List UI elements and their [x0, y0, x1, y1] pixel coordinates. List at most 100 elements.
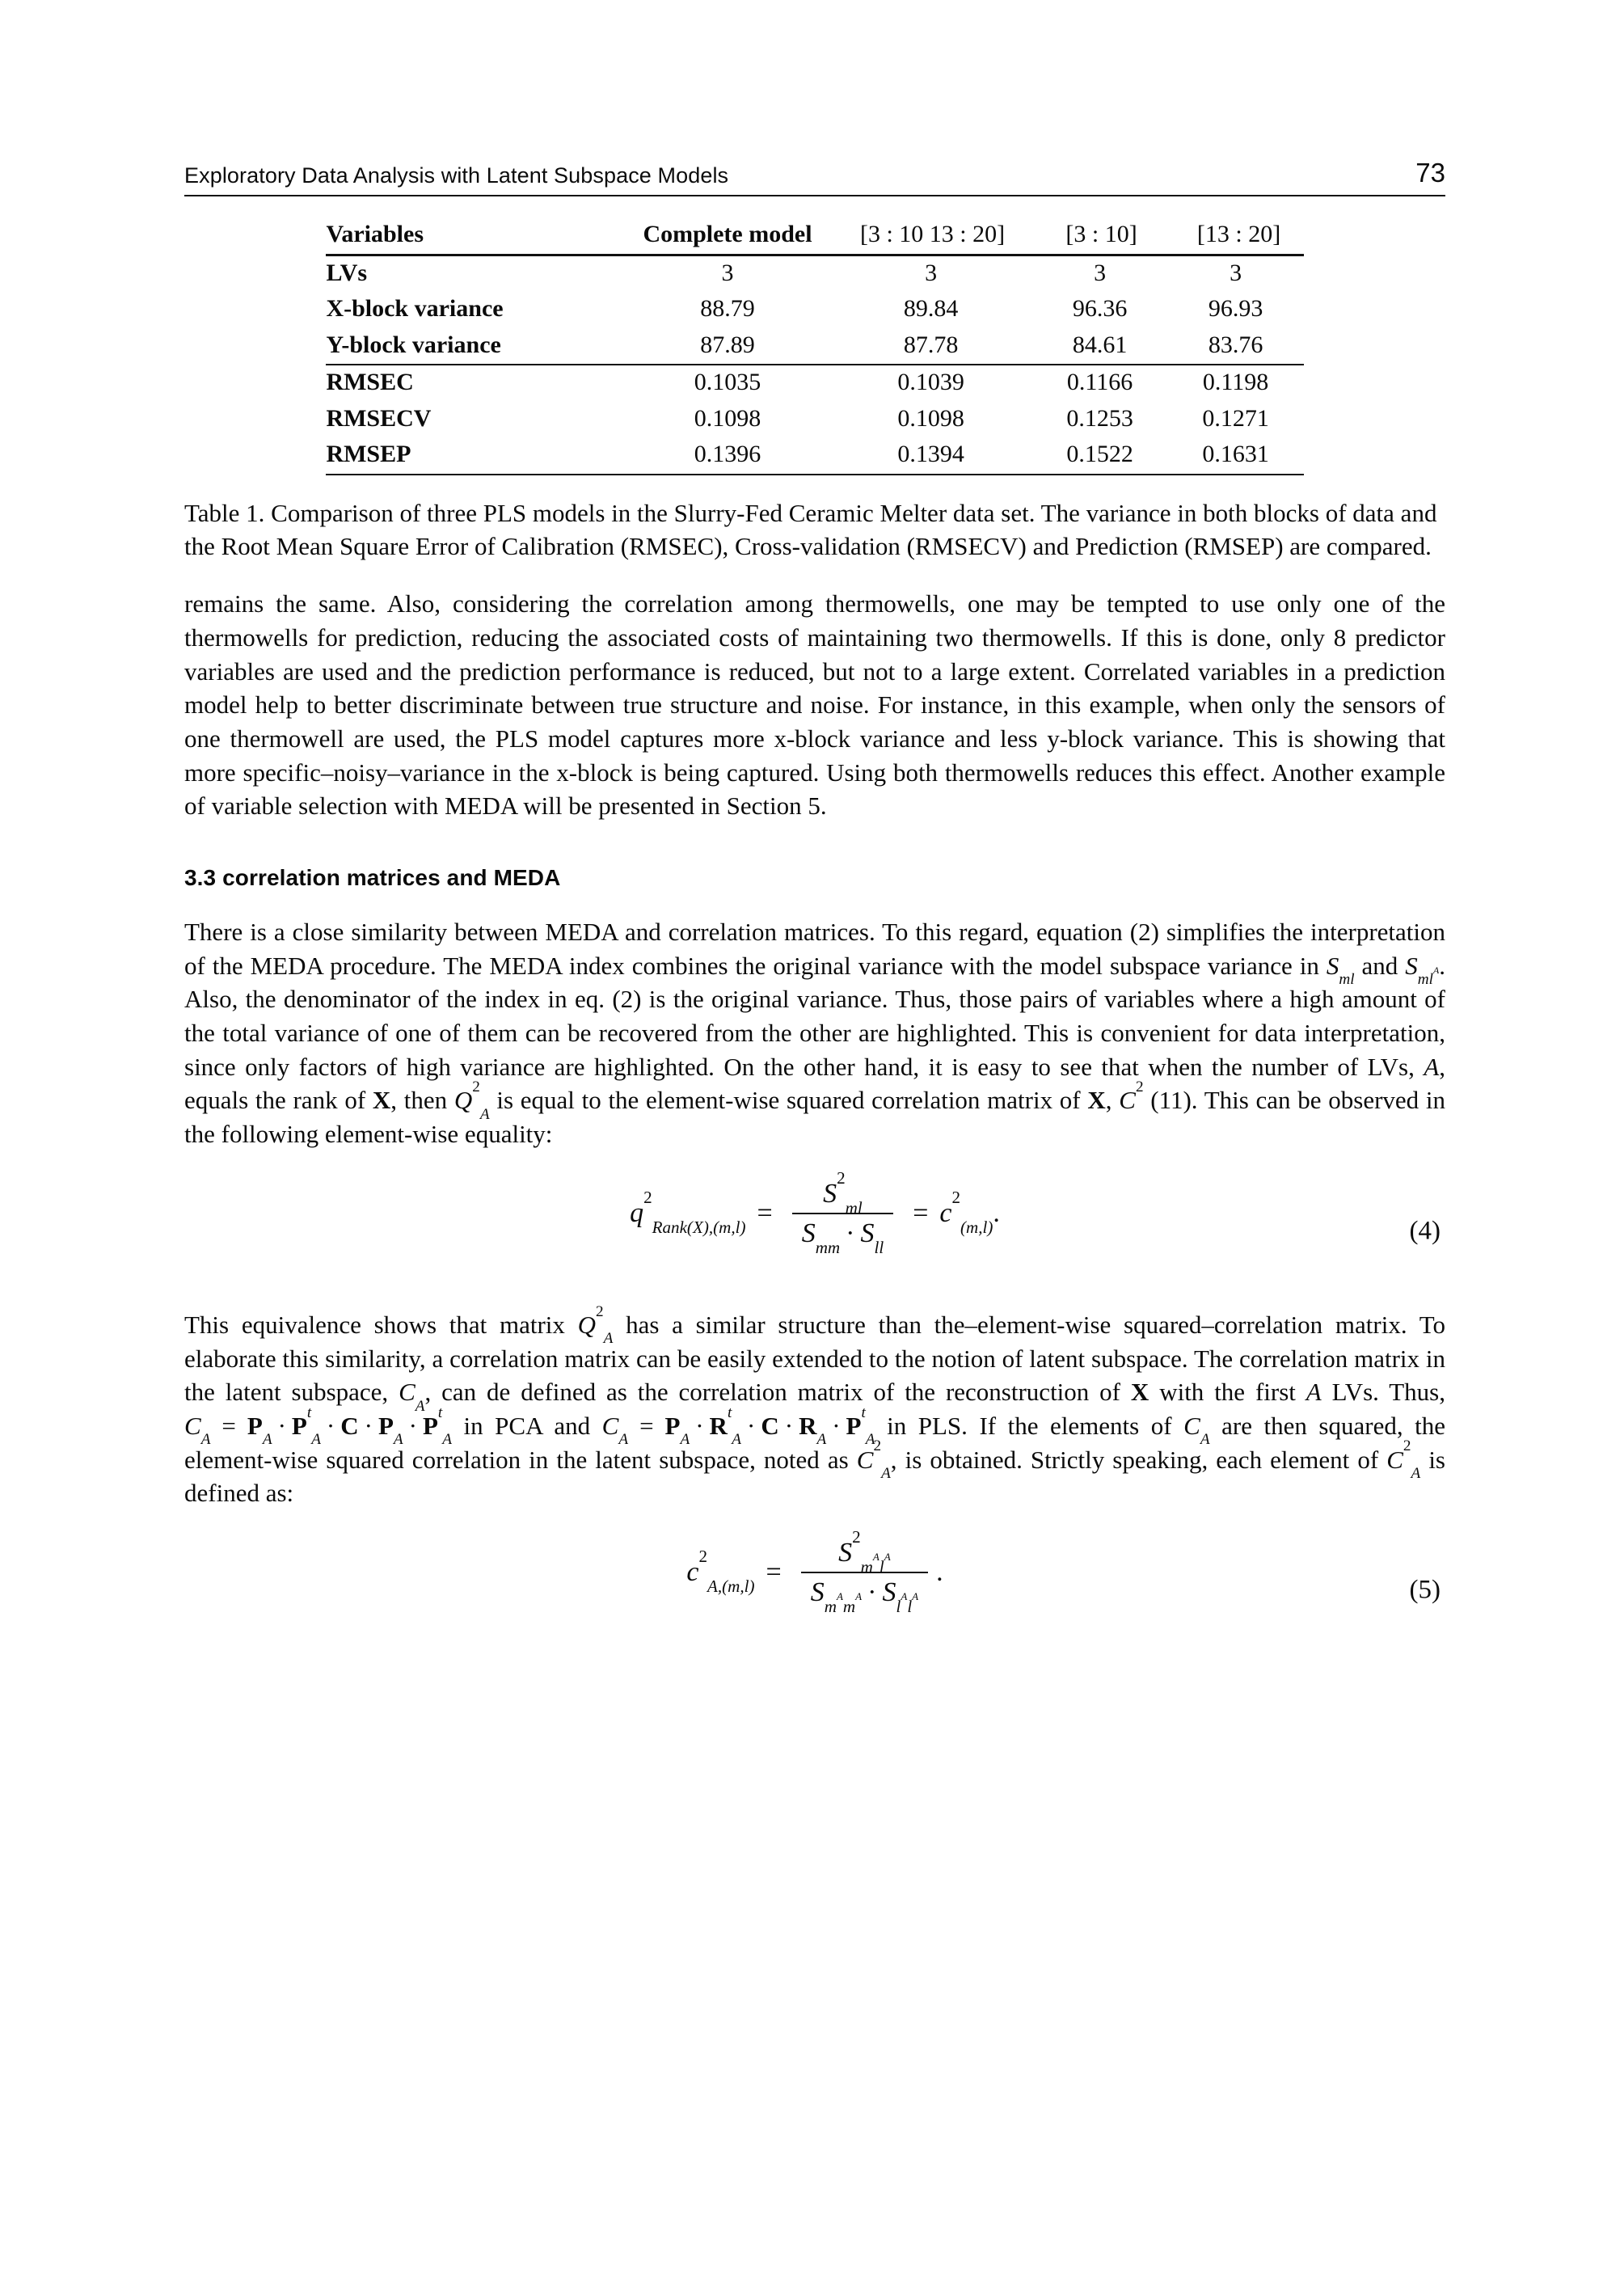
cell-rmsecv-b2: 0.1253	[1066, 404, 1133, 432]
pca-dot-2: ·	[326, 1411, 335, 1440]
math-X-bold: X	[372, 1086, 391, 1115]
equation-5-number: (5)	[1409, 1575, 1441, 1605]
pls-R2: R	[799, 1411, 817, 1440]
cell-yblock-b2: 84.61	[1031, 327, 1168, 366]
eq5-S-sub: mAlA	[861, 1551, 891, 1577]
math-C2A-2-sub: A	[1411, 1465, 1421, 1483]
eq4-dot: ·	[846, 1218, 855, 1248]
pls-Rt-sup: t	[727, 1403, 732, 1421]
eq5-d-m1-sup: A	[836, 1589, 843, 1602]
eq5-lhs: c2A,(m,l)	[686, 1548, 754, 1595]
pca-Pt2-sup: t	[437, 1403, 443, 1421]
math-C2A-sub: A	[881, 1465, 891, 1483]
table-caption: Table 1. Comparison of three PLS models …	[184, 498, 1437, 561]
text-run: with the first	[1149, 1378, 1306, 1407]
pls-dot-1: ·	[695, 1411, 704, 1440]
pls-Rt: R	[709, 1411, 728, 1440]
cell-rmsec-b3: 0.1198	[1202, 369, 1269, 396]
cell-xblock-b3: 96.93	[1208, 295, 1263, 323]
cell-rmsep-b2: 0.1522	[1031, 437, 1168, 475]
eq5-dot: ·	[867, 1577, 877, 1607]
eq5-sub-l-sup: A	[884, 1550, 891, 1563]
eq5-d-l1-sup: A	[901, 1589, 908, 1602]
eq5-d-m2: m	[842, 1596, 856, 1616]
math-C2A-sup: 2	[873, 1437, 882, 1455]
eq4-q-sub: Rank(X),(m,l)	[652, 1218, 746, 1238]
paragraph-meda-correlation: There is a close similarity between MEDA…	[184, 915, 1445, 1151]
table-row: RMSECV 0.1098 0.1098 0.1253 0.1271	[326, 402, 1303, 438]
pca-dot-3: ·	[364, 1411, 373, 1440]
text-run: There is a close similarity between MEDA…	[184, 918, 1445, 980]
eq5-c-sup: 2	[698, 1547, 707, 1567]
eq4-S-ll-sub: ll	[874, 1237, 884, 1257]
eq5-d-m2-sup: A	[855, 1589, 863, 1602]
math-Q2A-sub: A	[603, 1330, 614, 1348]
math-S-ml-sub: ml	[1339, 971, 1355, 989]
row-label-lvs: LVs	[326, 253, 626, 293]
math-Q: Q	[453, 1086, 473, 1115]
cell-rmsec-b1: 0.1039	[897, 369, 964, 396]
eq4-lhs: q2Rank(X),(m,l)	[630, 1189, 745, 1236]
pca-dot-4: ·	[408, 1411, 417, 1440]
text-run: in PCA and	[451, 1411, 602, 1440]
cell-rmsecv-b1: 0.1098	[897, 404, 964, 432]
cell-lvs-b2: 3	[1031, 253, 1168, 293]
eq4-S: S	[823, 1178, 837, 1209]
math-Q-sup: 2	[472, 1078, 480, 1096]
math-Q-sub: A	[479, 1106, 490, 1124]
paragraph-equivalence: This equivalence shows that matrix Q2A h…	[184, 1303, 1445, 1510]
eq5-period: .	[936, 1557, 943, 1588]
cell-yblock-b3: 83.76	[1167, 327, 1304, 366]
equation-5-block: c2A,(m,l) = S2mAlA SmAmA · SlAlA . (5)	[184, 1528, 1445, 1643]
math-S-ml: S	[1326, 951, 1339, 980]
running-head: Exploratory Data Analysis with Latent Su…	[184, 158, 1445, 197]
table-1-wrapper: Variables Complete model [3 : 10 13 : 20…	[184, 217, 1445, 475]
table-header-row: Variables Complete model [3 : 10 13 : 20…	[326, 217, 1304, 256]
table-row: RMSEC 0.1035 0.1039 0.1166 0.1198	[326, 365, 1303, 402]
equation-5: c2A,(m,l) = S2mAlA SmAmA · SlAlA .	[184, 1528, 1445, 1615]
page-number: 73	[1415, 158, 1445, 188]
column-header-complete-model: Complete model	[625, 217, 830, 256]
column-header-block-3-10: [3 : 10]	[1031, 217, 1168, 256]
text-run: and	[1354, 951, 1406, 980]
equation-4-number: (4)	[1409, 1216, 1441, 1246]
eq5-fraction: S2mAlA SmAmA · SlAlA	[800, 1528, 929, 1615]
math-C2A-2-sup: 2	[1403, 1437, 1411, 1455]
pca-equals: =	[221, 1411, 236, 1440]
math-Q2A-sup: 2	[596, 1302, 604, 1320]
math-C2A: C	[856, 1445, 874, 1474]
math-X-bold-2: X	[1087, 1086, 1106, 1115]
table-body: LVs 3 3 3 3 X-block variance 88.79 89.84…	[326, 253, 1304, 475]
equation-4: q2Rank(X),(m,l) = S2ml Smm · Sll = c2(m,l)…	[184, 1169, 1445, 1256]
eq5-c-sub: A,(m,l)	[707, 1577, 755, 1597]
text-run: in PLS. If the elements of	[875, 1411, 1184, 1440]
eq4-S-ll: S	[860, 1218, 875, 1248]
math-sub-ml: ml	[1417, 971, 1433, 989]
pls-Cmat: C	[761, 1411, 779, 1440]
text-run: This equivalence shows that matrix	[184, 1310, 578, 1339]
text-run: , is obtained. Strictly speaking, each e…	[890, 1445, 1387, 1474]
math-CA-2-sub: A	[1200, 1431, 1210, 1449]
text-run: , can de defined as the correlation matr…	[424, 1378, 1131, 1407]
pca-Pt1-sub: A	[311, 1431, 321, 1449]
eq4-fraction: S2ml Smm · Sll	[791, 1169, 894, 1256]
eq5-S-sup: 2	[852, 1526, 861, 1547]
eq4-denominator: Smm · Sll	[791, 1212, 894, 1256]
eq4-S-sup: 2	[837, 1167, 846, 1188]
page: Exploratory Data Analysis with Latent Su…	[0, 0, 1624, 2292]
eq5-d-m1: m	[824, 1596, 837, 1616]
eq4-equals-1: =	[757, 1198, 773, 1229]
pls-Pt2: P	[846, 1411, 862, 1440]
eq4-q: q	[630, 1198, 644, 1229]
math-C2A-2: C	[1386, 1445, 1403, 1474]
column-header-block-13-20: [13 : 20]	[1167, 217, 1304, 256]
eq5-sub-m-sup: A	[872, 1550, 879, 1563]
cell-yblock-complete: 87.89	[625, 327, 830, 366]
eq5-S-mm: S	[810, 1577, 825, 1607]
equation-4-block: q2Rank(X),(m,l) = S2ml Smm · Sll = c2(m,l)…	[184, 1169, 1445, 1284]
eq4-numerator: S2 ml	[813, 1169, 872, 1216]
eq4-equals-2: =	[913, 1198, 929, 1229]
eq5-denominator: SmAmA · SlAlA	[800, 1571, 929, 1615]
pls-CA-sub: A	[618, 1431, 629, 1449]
pca-Pt2: P	[422, 1411, 438, 1440]
